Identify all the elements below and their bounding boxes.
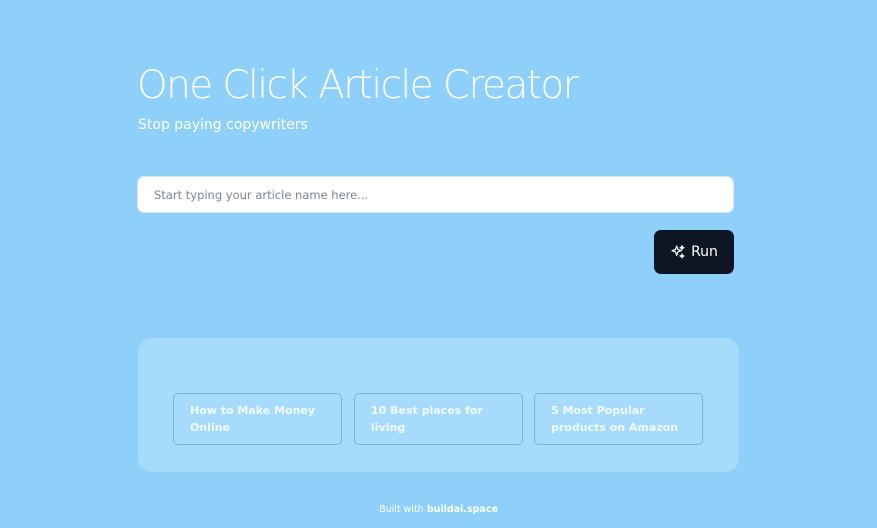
run-button-label: Run <box>691 244 718 260</box>
suggestion-chip-label: How to Make Money Online <box>190 404 316 434</box>
page-subtitle: Stop paying copywriters <box>138 117 308 133</box>
suggestion-chip[interactable]: 10 Best places for living <box>354 393 523 445</box>
suggestion-chip[interactable]: 5 Most Popular products on Amazon <box>534 393 703 445</box>
suggestions-panel: How to Make Money Online 10 Best places … <box>138 338 739 472</box>
article-name-field <box>137 176 734 213</box>
suggestion-chip-label: 5 Most Popular products on Amazon <box>551 404 679 434</box>
suggestion-chip[interactable]: How to Make Money Online <box>173 393 342 445</box>
page-title: One Click Article Creator <box>137 63 579 108</box>
footer: Built with buildai.space <box>0 503 877 517</box>
sparkles-icon <box>671 245 685 259</box>
footer-link[interactable]: buildai.space <box>427 504 498 515</box>
footer-text: Built with <box>379 504 424 515</box>
run-button[interactable]: Run <box>654 230 734 274</box>
suggestion-chip-label: 10 Best places for living <box>371 404 483 434</box>
article-name-input[interactable] <box>138 177 733 212</box>
